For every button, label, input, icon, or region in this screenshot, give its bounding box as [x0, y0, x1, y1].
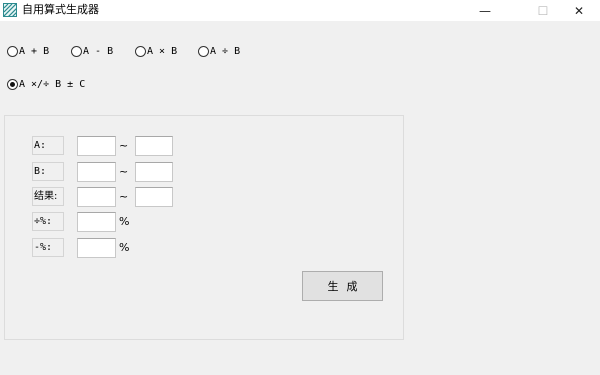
close-icon: ✕	[573, 3, 585, 18]
radio-multiply[interactable]: A × B	[135, 46, 177, 57]
maximize-icon: ☐	[537, 3, 549, 18]
minus-percent-input[interactable]	[77, 238, 116, 258]
b-min-input[interactable]	[77, 162, 116, 182]
divide-percent-input[interactable]	[77, 212, 116, 232]
radio-subtract[interactable]: A - B	[71, 46, 113, 57]
result-min-input[interactable]	[77, 187, 116, 207]
radio-circle	[198, 46, 209, 57]
result-label: 结果:	[32, 187, 64, 206]
radio-circle	[71, 46, 82, 57]
a-min-input[interactable]	[77, 136, 116, 156]
radio-circle	[7, 46, 18, 57]
close-button[interactable]: ✕	[556, 0, 600, 21]
radio-mixed[interactable]: A ×/÷ B ± C	[7, 79, 85, 90]
title-bar: 自用算式生成器 — ☐ ✕	[0, 0, 600, 21]
minus-percent-unit: %	[119, 241, 130, 254]
divide-percent-label: ÷%:	[32, 212, 64, 231]
radio-add-label: A + B	[19, 46, 50, 57]
minimize-button[interactable]: —	[462, 0, 508, 21]
window-title: 自用算式生成器	[22, 3, 99, 16]
minimize-icon: —	[479, 3, 491, 18]
radio-circle-selected	[7, 79, 18, 90]
generate-button[interactable]: 生成	[302, 271, 383, 301]
radio-add[interactable]: A + B	[7, 46, 49, 57]
radio-multiply-label: A × B	[147, 46, 178, 57]
b-max-input[interactable]	[135, 162, 173, 182]
minus-percent-label: -%:	[32, 238, 64, 257]
a-max-input[interactable]	[135, 136, 173, 156]
b-label: B:	[32, 162, 64, 181]
app-icon	[3, 3, 17, 17]
radio-divide-label: A ÷ B	[210, 46, 241, 57]
result-range-separator: ~	[119, 190, 129, 203]
radio-subtract-label: A - B	[83, 46, 114, 57]
b-range-separator: ~	[119, 165, 129, 178]
settings-group	[4, 115, 404, 340]
result-max-input[interactable]	[135, 187, 173, 207]
radio-circle	[135, 46, 146, 57]
a-range-separator: ~	[119, 139, 129, 152]
a-label: A:	[32, 136, 64, 155]
radio-mixed-label: A ×/÷ B ± C	[19, 79, 86, 90]
divide-percent-unit: %	[119, 215, 130, 228]
radio-divide[interactable]: A ÷ B	[198, 46, 240, 57]
